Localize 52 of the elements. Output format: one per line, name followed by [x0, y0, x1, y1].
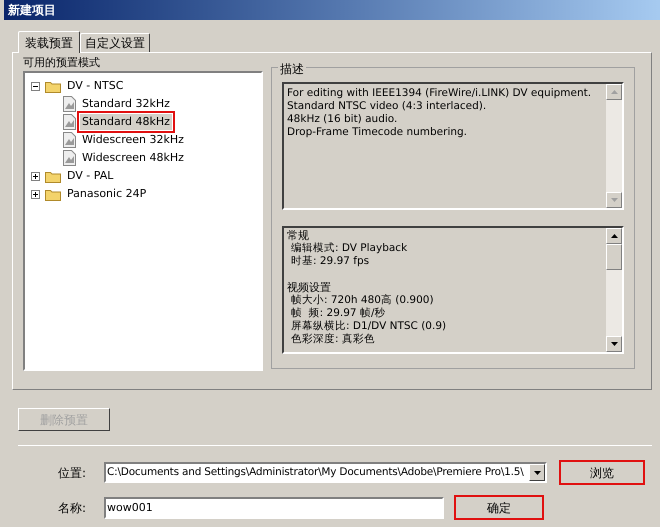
collapse-icon[interactable]	[31, 82, 40, 90]
description-line: Standard NTSC video (4:3 interlaced).	[287, 100, 488, 113]
tree-item[interactable]: Standard 32kHz	[80, 96, 172, 112]
preset-file-icon	[63, 96, 76, 112]
section-label: 可用的预置模式	[23, 55, 100, 71]
combobox-value: C:\Documents and Settings\Administrator\My Documents\Adobe\Premiere Pro\1.5\	[106, 464, 525, 480]
tree-item[interactable]: Widescreen 32kHz	[80, 132, 186, 148]
group-title: 描述	[278, 60, 306, 78]
down-arrow-icon	[610, 342, 618, 346]
down-arrow-icon	[610, 198, 618, 202]
description-line: 48kHz (16 bit) audio.	[287, 113, 398, 126]
setting-line: 编辑模式: DV Playback	[290, 242, 408, 255]
folder-icon	[45, 80, 61, 92]
location-combobox[interactable]: C:\Documents and Settings\Administrator\My Documents\Adobe\Premiere Pro\1.5\	[104, 462, 547, 483]
name-input[interactable]: wow001	[104, 496, 444, 518]
down-arrow-icon	[534, 470, 540, 474]
scrollbar[interactable]	[606, 228, 622, 352]
folder-icon	[45, 188, 61, 200]
tree-item[interactable]: DV - PAL	[65, 168, 116, 184]
dropdown-button[interactable]	[529, 464, 545, 481]
preset-file-icon	[63, 150, 76, 166]
expand-icon[interactable]	[31, 172, 40, 180]
tree-item[interactable]: DV - NTSC	[65, 78, 126, 94]
setting-line: 帧大小: 720h 480高 (0.900)	[290, 294, 435, 307]
window-title: 新建项目	[8, 2, 56, 19]
setting-line: 色彩深度: 真彩色	[290, 333, 376, 346]
description-line: Drop-Frame Timecode numbering.	[287, 126, 468, 139]
tree-item[interactable]: Widescreen 48kHz	[80, 150, 186, 166]
field-label: 名称:	[58, 500, 88, 516]
tab[interactable]: 自定义设置	[80, 33, 150, 52]
scroll-thumb[interactable]	[606, 244, 622, 270]
tree-item[interactable]: Standard 48kHz	[80, 114, 172, 130]
setting-line: 屏幕纵横比: D1/DV NTSC (0.9)	[290, 320, 448, 333]
description-line: For editing with IEEE1394 (FireWire/i.LINK) DV equipment.	[287, 87, 592, 100]
field-label: 位置:	[58, 464, 88, 482]
section-heading: 常规	[287, 229, 310, 242]
section-heading: 视频设置	[287, 281, 332, 294]
browse-button[interactable]: 浏览	[559, 460, 645, 485]
scroll-down-button[interactable]	[606, 336, 622, 352]
up-arrow-icon	[610, 234, 618, 238]
preset-tree[interactable]: DV - NTSC Standard 32kHz Standard 48kHz Widescreen 32kHz Widescreen 48kHz DV - PAL Panasonic 24P	[23, 71, 263, 371]
folder-icon	[45, 170, 61, 182]
scroll-up-button[interactable]	[606, 228, 622, 244]
expand-icon[interactable]	[31, 190, 40, 198]
setting-line: 时基: 29.97 fps	[290, 255, 370, 268]
tab[interactable]: 装载预置	[18, 31, 80, 53]
preset-file-icon	[63, 114, 76, 130]
ok-button[interactable]: 确定	[454, 495, 544, 520]
setting-line: 帧 频: 29.97 帧/秒	[290, 307, 386, 320]
preset-file-icon	[63, 132, 76, 148]
tree-item[interactable]: Panasonic 24P	[65, 186, 148, 202]
up-arrow-icon	[610, 90, 618, 94]
